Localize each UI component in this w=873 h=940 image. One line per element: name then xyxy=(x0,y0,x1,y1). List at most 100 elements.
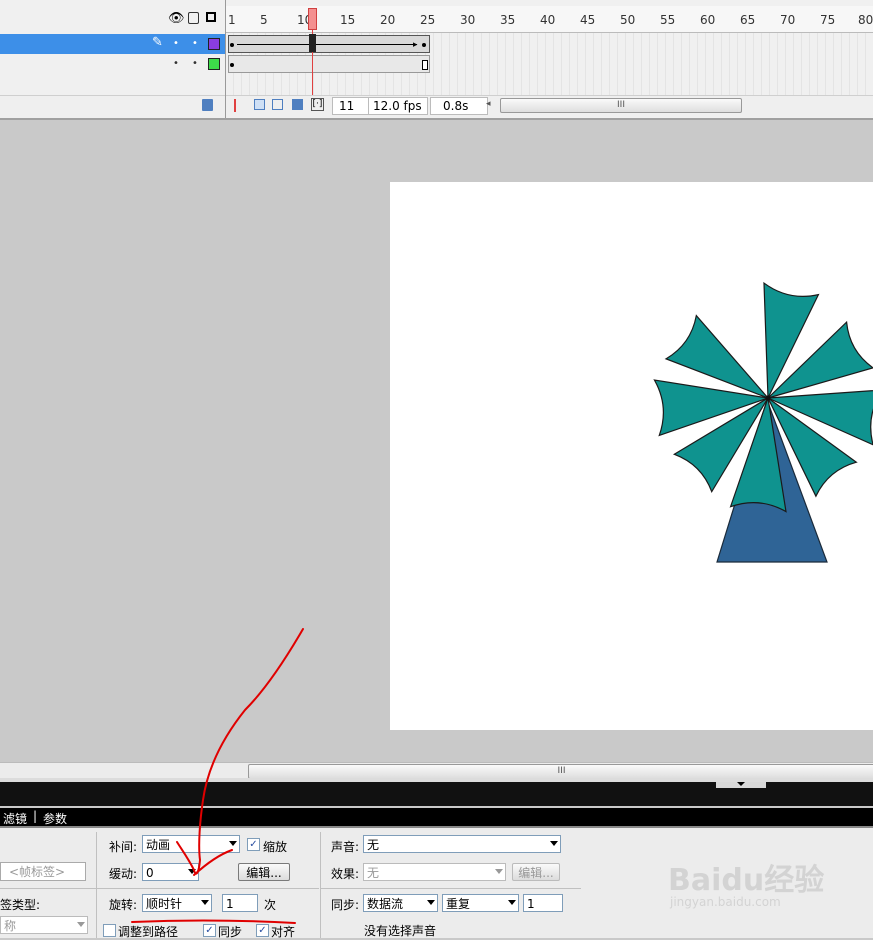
repeat-select-value: 重复 xyxy=(446,897,471,911)
tween-label: 补间: xyxy=(109,840,138,854)
onion-skin-icon[interactable] xyxy=(254,99,265,110)
stage-scrollbar-thumb[interactable]: III xyxy=(248,764,873,779)
ruler-number: 65 xyxy=(740,13,756,27)
stage-horizontal-scrollbar[interactable]: III xyxy=(0,762,873,779)
tab-parameters[interactable]: 参数 xyxy=(43,810,67,827)
layer-row-selected[interactable]: ✎ • • xyxy=(0,34,225,54)
repeat-count-input[interactable]: 1 xyxy=(523,894,563,912)
baidu-watermark: Baidu经验 jingyan.baidu.com xyxy=(668,843,868,913)
no-sound-text: 没有选择声音 xyxy=(364,924,437,938)
static-frame-span[interactable] xyxy=(228,55,430,73)
orient-to-path-label: 调整到路径 xyxy=(118,925,179,939)
ruler-number: 70 xyxy=(780,13,796,27)
ruler-number: 15 xyxy=(340,13,356,27)
layer-list: 👁 ✎ • • • • xyxy=(0,0,226,118)
ease-edit-button[interactable]: 编辑... xyxy=(238,863,290,881)
effect-edit-button[interactable]: 编辑... xyxy=(512,863,560,881)
current-frame-box: 11 xyxy=(332,97,370,115)
keyframe-end[interactable] xyxy=(422,43,426,47)
keyframe-start[interactable] xyxy=(230,63,234,67)
ruler-number: 30 xyxy=(460,13,476,27)
ruler-number: 40 xyxy=(540,13,556,27)
fps-box[interactable]: 12.0 fps xyxy=(368,97,428,115)
sync-sound-select[interactable]: 数据流 xyxy=(363,894,438,912)
timeline-status-bar: [·] 11 12.0 fps 0.8s ◂ III xyxy=(226,95,873,117)
name-select-value: 称 xyxy=(4,919,17,933)
timeline-scrollbar-thumb[interactable]: III xyxy=(500,98,742,113)
rotate-times-value: 1 xyxy=(226,897,234,911)
separator xyxy=(321,888,581,889)
effect-label: 效果: xyxy=(331,867,360,881)
frame-grid[interactable]: ▸ xyxy=(226,33,873,95)
separator xyxy=(320,832,321,938)
separator xyxy=(96,832,97,938)
tween-arrow-head: ▸ xyxy=(413,40,418,50)
collapse-handle[interactable] xyxy=(716,782,766,788)
tab-filters[interactable]: 滤镜 xyxy=(3,810,27,827)
scroll-left-arrow[interactable]: ◂ xyxy=(486,99,491,109)
windmill-drawing[interactable] xyxy=(390,182,873,730)
sound-select-value: 无 xyxy=(367,838,380,852)
snap-label: 对齐 xyxy=(271,925,296,939)
ruler-number: 5 xyxy=(260,13,268,27)
rotate-times-input[interactable]: 1 xyxy=(222,894,258,912)
watermark-brand: Baidu经验 xyxy=(668,863,825,898)
ruler-number: 75 xyxy=(820,13,836,27)
ruler-number: 80 xyxy=(858,13,873,27)
ruler-number: 25 xyxy=(420,13,436,27)
layer-row[interactable]: • • xyxy=(0,54,225,74)
tween-arrow-line xyxy=(237,44,417,45)
stage-canvas[interactable] xyxy=(390,182,873,730)
scale-checkbox[interactable]: ✓ xyxy=(247,838,260,851)
repeat-select[interactable]: 重复 xyxy=(442,894,519,912)
frame-ruler[interactable]: 1 5 10 15 20 25 30 35 40 45 50 55 60 65 … xyxy=(226,6,873,33)
rotate-label: 旋转: xyxy=(109,898,138,912)
sync-sound-select-value: 数据流 xyxy=(367,897,404,911)
timeline-panel: 👁 ✎ • • • • 1 5 10 15 20 25 30 35 40 45 … xyxy=(0,0,873,120)
eye-icon[interactable]: 👁 xyxy=(168,11,185,26)
trash-icon[interactable] xyxy=(202,99,213,111)
center-frame-icon[interactable] xyxy=(234,99,236,112)
snap-checkbox[interactable]: ✓ xyxy=(256,924,269,937)
lock-icon[interactable] xyxy=(188,12,199,24)
ease-input[interactable]: 0 xyxy=(142,863,199,881)
motion-tween-span[interactable]: ▸ xyxy=(228,35,430,53)
layer-color-swatch[interactable] xyxy=(208,58,220,70)
panel-collapse-bar[interactable] xyxy=(0,782,873,806)
outline-icon[interactable] xyxy=(206,12,216,22)
panel-tab-bar: 滤镜 | 参数 xyxy=(0,808,873,826)
ruler-number: 1 xyxy=(228,13,236,27)
tween-select[interactable]: 动画 xyxy=(142,835,240,853)
orient-to-path-checkbox[interactable] xyxy=(103,924,116,937)
lock-dot[interactable]: • xyxy=(192,58,198,69)
layer-color-swatch[interactable] xyxy=(208,38,220,50)
label-type-label: 签类型: xyxy=(0,898,41,912)
onion-outline-icon[interactable] xyxy=(272,99,283,110)
sync-checkbox[interactable]: ✓ xyxy=(203,924,216,937)
ease-value: 0 xyxy=(146,866,154,880)
frame-label-input[interactable]: <帧标签> xyxy=(0,862,86,881)
sound-select[interactable]: 无 xyxy=(363,835,561,853)
layer-toolbar xyxy=(0,95,225,118)
repeat-count-value: 1 xyxy=(527,897,535,911)
ruler-number: 60 xyxy=(700,13,716,27)
collapse-arrow-icon xyxy=(737,782,745,786)
playhead[interactable] xyxy=(308,8,317,30)
sync-label: 同步 xyxy=(218,925,243,939)
edit-multiple-frames-icon[interactable] xyxy=(292,99,303,110)
ruler-number: 55 xyxy=(660,13,676,27)
lock-dot[interactable]: • xyxy=(192,38,198,49)
ease-label: 缓动: xyxy=(109,867,138,881)
sound-label: 声音: xyxy=(331,840,360,854)
visibility-dot[interactable]: • xyxy=(173,58,179,69)
times-unit-label: 次 xyxy=(264,898,277,912)
windmill-blades xyxy=(653,281,873,513)
visibility-dot[interactable]: • xyxy=(173,38,179,49)
name-select[interactable]: 称 xyxy=(0,916,88,934)
onion-markers-icon[interactable]: [·] xyxy=(311,98,324,111)
ruler-number: 50 xyxy=(620,13,636,27)
rotate-select[interactable]: 顺时针 xyxy=(142,894,212,912)
effect-select[interactable]: 无 xyxy=(363,863,506,881)
keyframe-start[interactable] xyxy=(230,43,234,47)
ruler-number: 45 xyxy=(580,13,596,27)
